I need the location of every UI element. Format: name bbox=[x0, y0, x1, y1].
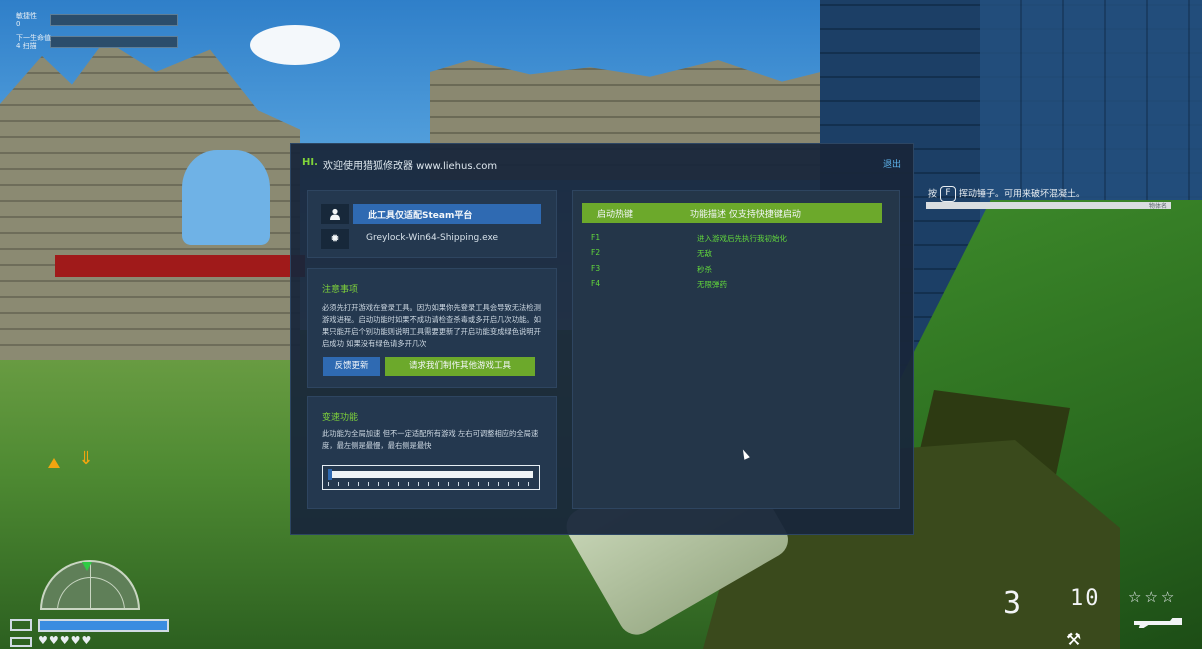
red-roof bbox=[55, 255, 305, 277]
speed-slider[interactable] bbox=[322, 465, 540, 490]
lives-icon bbox=[10, 637, 32, 647]
hotkey-col-key: 启动热键 bbox=[597, 210, 634, 220]
hotkey-key: F3 bbox=[591, 264, 601, 273]
gear-icon: ✹ bbox=[321, 229, 349, 249]
hotkey-desc[interactable]: 进入游戏后先执行我初始化 bbox=[697, 233, 787, 244]
hud-row-next-life: 下一生命值 4 扫描 bbox=[12, 34, 182, 50]
hud-row-agility: 敏捷性 0 bbox=[12, 12, 182, 28]
next-life-bar bbox=[50, 36, 178, 48]
prompt-bar-label: 物体名 bbox=[1148, 203, 1167, 210]
hearts: ♥♥♥♥♥ bbox=[38, 634, 93, 647]
notice-title: 注意事项 bbox=[322, 285, 359, 295]
slider-thumb[interactable] bbox=[328, 469, 332, 480]
ammo-clip: 3 bbox=[1003, 586, 1022, 621]
prompt-prefix: 按 bbox=[928, 189, 938, 200]
notice-card: 注意事项 必须先打开游戏在登录工具。因为如果你先登录工具会导致无法检测游戏进程。… bbox=[307, 268, 557, 388]
radar-player-marker-icon bbox=[82, 562, 92, 571]
health-bar bbox=[38, 619, 169, 632]
objective-left-arrow-icon bbox=[48, 458, 60, 468]
exit-button[interactable]: 退出 bbox=[883, 157, 901, 170]
notice-text: 必须先打开游戏在登录工具。因为如果你先登录工具会导致无法检测游戏进程。启动功能时… bbox=[322, 303, 541, 348]
trainer-window: HI. 欢迎使用猎狐修改器 www.liehus.com 退出 此工具仅适配St… bbox=[290, 143, 914, 535]
hotkey-desc[interactable]: 秒杀 bbox=[697, 264, 712, 275]
speed-card: 变速功能 此功能为全局加速 但不一定适配所有游戏 左右可调整相应的全局速度，最左… bbox=[307, 396, 557, 509]
hotkey-desc[interactable]: 无敌 bbox=[697, 248, 712, 259]
agility-label: 敏捷性 bbox=[16, 12, 37, 20]
interaction-prompt: 按 F 挥动锤子。可用来破坏混凝土。 物体名 bbox=[926, 178, 1171, 210]
hotkey-card: 启动热键 功能描述 仅支持快捷键启动 F1 进入游戏后先执行我初始化 F2 无敌… bbox=[572, 190, 900, 509]
trainer-header: HI. 欢迎使用猎狐修改器 www.liehus.com 退出 bbox=[291, 144, 915, 182]
platform-label: 此工具仅适配Steam平台 bbox=[368, 211, 473, 221]
hotkey-desc[interactable]: 无限弹药 bbox=[697, 279, 727, 290]
slider-track bbox=[328, 471, 533, 478]
prompt-text-line: 按 F 挥动锤子。可用来破坏混凝土。 bbox=[928, 186, 1085, 202]
wall-window bbox=[182, 150, 270, 245]
trainer-hi: HI. bbox=[302, 157, 318, 168]
hotkey-col-desc: 功能描述 仅支持快捷键启动 bbox=[690, 210, 801, 220]
request-tool-button[interactable]: 请求我们制作其他游戏工具 bbox=[385, 357, 535, 376]
prompt-bar bbox=[926, 202, 1171, 209]
prompt-text: 挥动锤子。可用来破坏混凝土。 bbox=[959, 189, 1086, 200]
prompt-key-icon: F bbox=[940, 186, 957, 202]
ammo-reserve: 10 bbox=[1070, 586, 1101, 611]
feedback-update-button[interactable]: 反馈更新 bbox=[323, 357, 380, 376]
speed-text: 此功能为全局加速 但不一定适配所有游戏 左右可调整相应的全局速度，最左侧是最慢，… bbox=[322, 429, 539, 450]
speed-title: 变速功能 bbox=[322, 413, 359, 423]
next-life-label: 下一生命值 bbox=[16, 34, 51, 42]
exe-name: Greylock-Win64-Shipping.exe bbox=[366, 233, 499, 243]
cloud bbox=[250, 25, 340, 65]
hotkey-table-header: 启动热键 功能描述 仅支持快捷键启动 bbox=[582, 203, 882, 223]
hotkey-key: F1 bbox=[591, 233, 601, 242]
armor-icon bbox=[10, 619, 32, 631]
trainer-title: 欢迎使用猎狐修改器 www.liehus.com bbox=[323, 161, 498, 172]
game-info-card: 此工具仅适配Steam平台 ✹ Greylock-Win64-Shipping.… bbox=[307, 190, 557, 258]
hotkey-key: F2 bbox=[591, 248, 601, 257]
objective-down-arrow-icon: ⇓ bbox=[78, 448, 94, 469]
rating-stars: ☆☆☆ bbox=[1128, 588, 1178, 606]
next-life-value: 4 扫描 bbox=[16, 42, 37, 50]
agility-bar bbox=[50, 14, 178, 26]
user-icon bbox=[321, 204, 349, 224]
agility-value: 0 bbox=[16, 20, 21, 28]
slider-ticks bbox=[328, 482, 533, 486]
hotkey-key: F4 bbox=[591, 279, 601, 288]
hud-status-bars: 敏捷性 0 下一生命值 4 扫描 bbox=[12, 12, 182, 56]
hammer-icon: ⚒ bbox=[1066, 630, 1082, 649]
